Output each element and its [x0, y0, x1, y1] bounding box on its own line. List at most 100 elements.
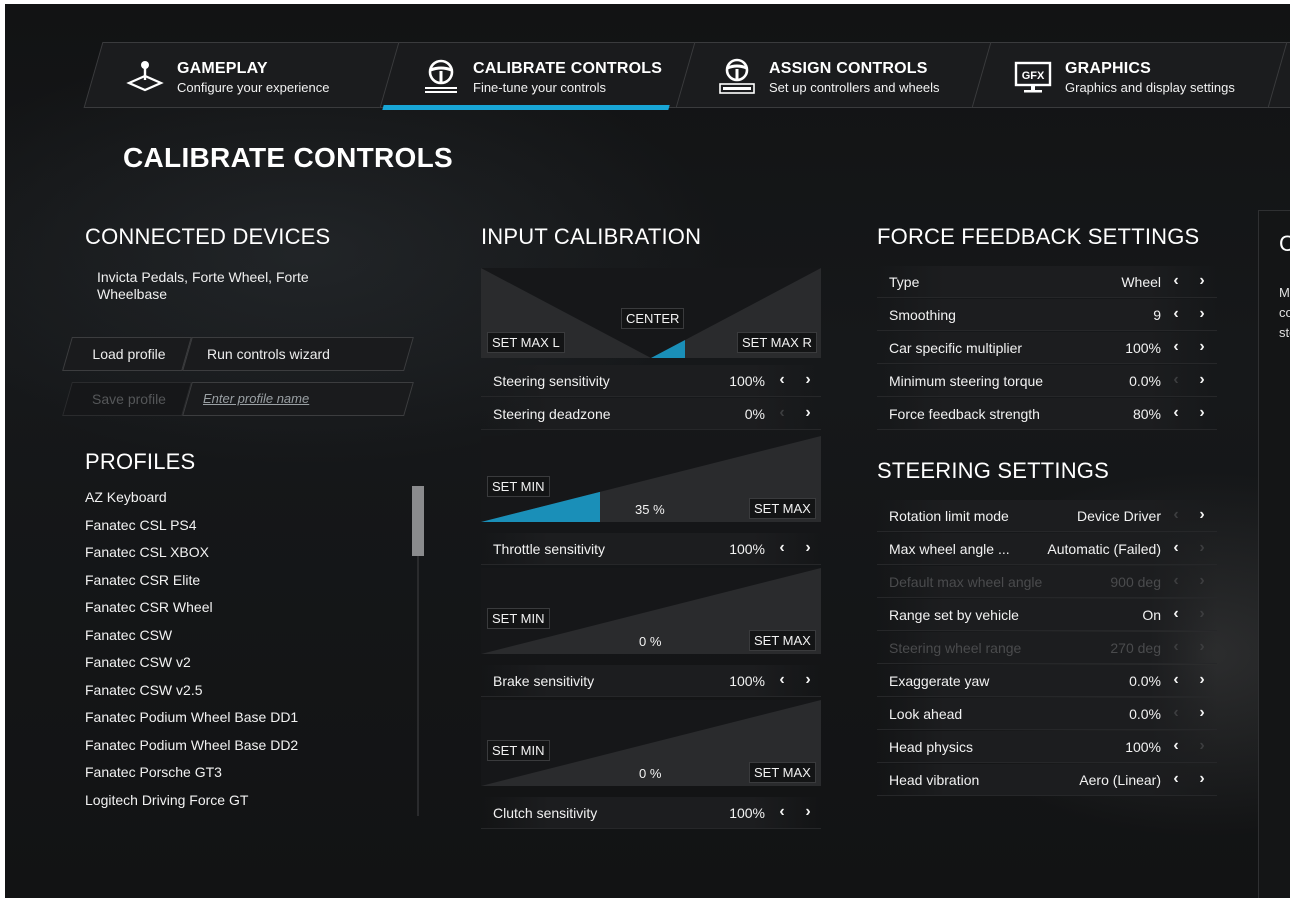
- chevron-right-icon[interactable]: ›: [799, 802, 817, 822]
- chevron-right-icon[interactable]: ›: [1193, 670, 1211, 690]
- chevron-right-icon[interactable]: ›: [799, 670, 817, 690]
- set-max-button[interactable]: SET MAX: [749, 762, 816, 783]
- set-max-button[interactable]: SET MAX: [749, 498, 816, 519]
- side-panel-line: ste: [1279, 325, 1290, 340]
- setting-value: Wheel: [1121, 274, 1161, 290]
- chevron-right-icon[interactable]: ›: [1193, 637, 1211, 657]
- steering-settings-title: STEERING SETTINGS: [877, 458, 1109, 483]
- tab-gameplay[interactable]: GAMEPLAY Configure your experience: [83, 42, 401, 108]
- throttle-calibration-graph: SET MIN 35 % SET MAX: [481, 436, 821, 522]
- set-min-button[interactable]: SET MIN: [487, 608, 550, 629]
- run-controls-wizard-button[interactable]: Run controls wizard: [182, 337, 414, 371]
- set-max-button[interactable]: SET MAX: [749, 630, 816, 651]
- steering-deadzone-row: Steering deadzone 0% ‹ ›: [481, 398, 821, 430]
- set-min-button[interactable]: SET MIN: [487, 476, 550, 497]
- exaggerate-yaw-row: Exaggerate yaw 0.0% ‹ ›: [877, 665, 1217, 697]
- save-profile-button[interactable]: Save profile: [62, 382, 192, 416]
- profile-item[interactable]: Fanatec CSW v2.5: [85, 677, 415, 705]
- chevron-right-icon[interactable]: ›: [1193, 304, 1211, 324]
- set-max-l-button[interactable]: SET MAX L: [487, 332, 565, 353]
- setting-value: 9: [1153, 307, 1161, 323]
- chevron-left-icon[interactable]: ‹: [1167, 670, 1185, 690]
- chevron-left-icon[interactable]: ‹: [1167, 769, 1185, 789]
- chevron-right-icon[interactable]: ›: [1193, 769, 1211, 789]
- profile-item[interactable]: Fanatec Porsche GT3: [85, 759, 415, 787]
- svg-text:GFX: GFX: [1022, 70, 1045, 82]
- chevron-left-icon[interactable]: ‹: [1167, 304, 1185, 324]
- chevron-right-icon[interactable]: ›: [1193, 337, 1211, 357]
- calibrate-controls-screen: GAMEPLAY Configure your experience CALIB…: [5, 4, 1290, 898]
- profile-item[interactable]: AZ Keyboard: [85, 484, 415, 512]
- profile-item[interactable]: Logitech Driving Force GT: [85, 787, 415, 815]
- chevron-right-icon[interactable]: ›: [1193, 571, 1211, 591]
- center-button[interactable]: CENTER: [621, 308, 685, 329]
- chevron-left-icon[interactable]: ‹: [773, 802, 791, 822]
- chevron-left-icon[interactable]: ‹: [1167, 637, 1185, 657]
- chevron-left-icon[interactable]: ‹: [1167, 370, 1185, 390]
- tab-title: GRAPHICS: [1065, 60, 1152, 77]
- steering-sensitivity-row: Steering sensitivity 100% ‹ ›: [481, 365, 821, 397]
- chevron-left-icon[interactable]: ‹: [1167, 403, 1185, 423]
- chevron-right-icon[interactable]: ›: [799, 403, 817, 423]
- chevron-right-icon[interactable]: ›: [1193, 403, 1211, 423]
- load-profile-button[interactable]: Load profile: [62, 337, 192, 371]
- profile-name-placeholder: Enter profile name: [203, 391, 310, 406]
- chevron-right-icon[interactable]: ›: [1193, 538, 1211, 558]
- chevron-right-icon[interactable]: ›: [1193, 505, 1211, 525]
- tab-graphics[interactable]: GFX GRAPHICS Graphics and display settin…: [971, 42, 1289, 108]
- set-min-button[interactable]: SET MIN: [487, 740, 550, 761]
- tab-subtitle: Graphics and display settings: [1065, 80, 1235, 95]
- tab-calibrate-controls[interactable]: CALIBRATE CONTROLS Fine-tune your contro…: [379, 42, 697, 110]
- setting-value: 0.0%: [1129, 673, 1161, 689]
- head-physics-row: Head physics 100% ‹ ›: [877, 731, 1217, 763]
- profile-item[interactable]: Fanatec Podium Wheel Base DD2: [85, 732, 415, 760]
- chevron-left-icon[interactable]: ‹: [773, 538, 791, 558]
- chevron-left-icon[interactable]: ‹: [1167, 337, 1185, 357]
- profile-item[interactable]: Fanatec CSW v2: [85, 649, 415, 677]
- chevron-right-icon[interactable]: ›: [1193, 271, 1211, 291]
- tab-subtitle: Set up controllers and wheels: [769, 80, 940, 95]
- setting-value: On: [1142, 607, 1161, 623]
- setting-value: Aero (Linear): [1079, 772, 1161, 788]
- page-title: CALIBRATE CONTROLS: [123, 142, 453, 173]
- profile-item[interactable]: Fanatec CSW: [85, 622, 415, 650]
- chevron-left-icon[interactable]: ‹: [773, 670, 791, 690]
- profile-item[interactable]: Fanatec CSL PS4: [85, 512, 415, 540]
- chevron-left-icon[interactable]: ‹: [1167, 538, 1185, 558]
- tab-assign-controls[interactable]: ASSIGN CONTROLS Set up controllers and w…: [675, 42, 993, 108]
- profile-name-field[interactable]: Enter profile name: [182, 382, 414, 416]
- chevron-right-icon[interactable]: ›: [1193, 604, 1211, 624]
- setting-value: 900 deg: [1110, 574, 1161, 590]
- profile-item[interactable]: Fanatec CSR Wheel: [85, 594, 415, 622]
- default-max-wheel-angle-row: Default max wheel angle 900 deg ‹ ›: [877, 566, 1217, 598]
- setting-value: 80%: [1132, 406, 1161, 422]
- chevron-right-icon[interactable]: ›: [1193, 370, 1211, 390]
- chevron-left-icon[interactable]: ‹: [1167, 271, 1185, 291]
- setting-value: 100%: [729, 373, 765, 389]
- chevron-left-icon[interactable]: ‹: [1167, 505, 1185, 525]
- profile-item[interactable]: Fanatec CSL XBOX: [85, 539, 415, 567]
- profile-item[interactable]: Fanatec CSR Elite: [85, 567, 415, 595]
- chevron-left-icon[interactable]: ‹: [1167, 571, 1185, 591]
- chevron-left-icon[interactable]: ‹: [1167, 604, 1185, 624]
- chevron-right-icon[interactable]: ›: [799, 370, 817, 390]
- chevron-right-icon[interactable]: ›: [1193, 703, 1211, 723]
- chevron-right-icon[interactable]: ›: [1193, 736, 1211, 756]
- chevron-left-icon[interactable]: ‹: [1167, 736, 1185, 756]
- setting-value: 100%: [1125, 739, 1161, 755]
- chevron-left-icon[interactable]: ‹: [1167, 703, 1185, 723]
- setting-label: Steering deadzone: [493, 406, 611, 422]
- setting-label: Brake sensitivity: [493, 673, 595, 689]
- profile-item[interactable]: Fanatec Podium Wheel Base DD1: [85, 704, 415, 732]
- save-profile-label: Save profile: [92, 391, 166, 407]
- chevron-right-icon[interactable]: ›: [799, 538, 817, 558]
- steering-wheel-icon: [425, 59, 457, 93]
- profiles-scrollbar-thumb[interactable]: [412, 486, 424, 556]
- set-max-r-button[interactable]: SET MAX R: [737, 332, 817, 353]
- chevron-left-icon[interactable]: ‹: [773, 403, 791, 423]
- tab-next-partial[interactable]: [1267, 42, 1290, 108]
- setting-label: Look ahead: [889, 706, 963, 722]
- gfx-monitor-icon: GFX: [1014, 61, 1052, 93]
- setting-label: Exaggerate yaw: [889, 673, 990, 689]
- chevron-left-icon[interactable]: ‹: [773, 370, 791, 390]
